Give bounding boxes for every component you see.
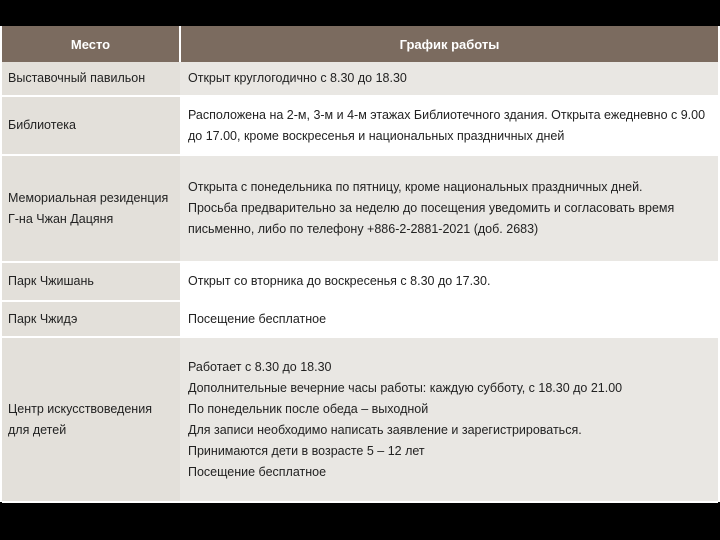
schedule-cell: Работает с 8.30 до 18.30 Дополнительные … — [180, 337, 718, 503]
schedule-line: Открыта с понедельника по пятницу, кроме… — [188, 180, 643, 194]
schedule-line: Посещение бесплатное — [188, 464, 327, 479]
table-row: Центр искусствоведения для детей Работае… — [2, 337, 718, 503]
place-cell: Парк Чжидэ — [2, 301, 180, 338]
schedule-line: Посещение бесплатное — [188, 311, 327, 326]
schedule-cell: Расположена на 2-м, 3-м и 4-м этажах Биб… — [180, 96, 718, 156]
schedule-line: Принимаются дети в возрасте 5 – 12 лет — [188, 443, 425, 458]
schedule-line: письменно, либо по телефону +886-2-2881-… — [188, 222, 539, 236]
schedule-line: Просьба предварительно за неделю до посе… — [188, 201, 675, 215]
place-cell: Центр искусствоведения для детей — [2, 337, 180, 503]
header-place: Место — [2, 26, 181, 62]
place-cell: Библиотека — [2, 96, 180, 156]
table-row: Парк Чжидэ Посещение бесплатное — [2, 301, 718, 338]
schedule-cell: Открыт со вторника до воскресенья с 8.30… — [180, 262, 718, 302]
schedule-line: до 17.00, кроме воскресенья и национальн… — [188, 128, 565, 143]
schedule-line: Работает с 8.30 до 18.30 — [188, 359, 332, 374]
header-row: Место График работы — [2, 26, 718, 62]
place-cell: Выставочный павильон — [2, 62, 180, 97]
schedule-line: Дополнительные вечерние часы работы: каж… — [188, 380, 623, 395]
table-row: Библиотека Расположена на 2-м, 3-м и 4-м… — [2, 96, 718, 156]
schedule-line: Расположена на 2-м, 3-м и 4-м этажах Биб… — [188, 107, 706, 122]
header-schedule: График работы — [180, 26, 718, 62]
place-cell: Парк Чжишань — [2, 262, 180, 302]
schedule-line: Открыт круглогодично с 8.30 до 18.30 — [188, 71, 407, 85]
slide: Место График работы Выставочный павильон… — [0, 26, 720, 503]
table-row: Выставочный павильон Открыт круглогодичн… — [2, 62, 718, 97]
table-row: Мемориальная резиденция Г-на Чжан Дацяня… — [2, 155, 718, 263]
place-cell: Мемориальная резиденция Г-на Чжан Дацяня — [2, 155, 180, 263]
schedule-cell: Открыт круглогодично с 8.30 до 18.30 — [180, 62, 718, 97]
schedule-line: Открыт со вторника до воскресенья с 8.30… — [188, 274, 491, 288]
schedule-cell: Открыта с понедельника по пятницу, кроме… — [180, 155, 718, 263]
table-row: Парк Чжишань Открыт со вторника до воскр… — [2, 262, 718, 302]
schedule-line: По понедельник после обеда – выходной — [188, 401, 429, 416]
schedule-line: Для записи необходимо написать заявление… — [188, 422, 582, 437]
schedule-cell: Посещение бесплатное — [180, 301, 718, 338]
schedule-table: Место График работы Выставочный павильон… — [2, 26, 718, 503]
